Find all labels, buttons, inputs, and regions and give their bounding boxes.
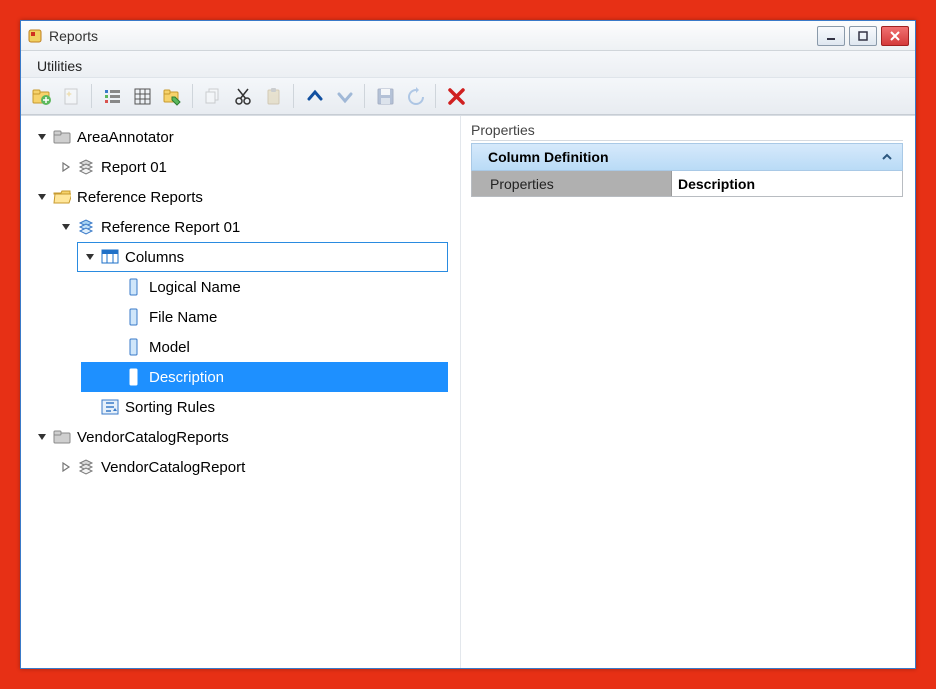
- property-row[interactable]: PropertiesDescription: [471, 171, 903, 197]
- content-area: AreaAnnotator Report 01 Reference Reports R…: [21, 115, 915, 668]
- sorting-rules[interactable]: Sorting Rules: [21, 392, 460, 422]
- cut-button[interactable]: [229, 82, 257, 110]
- columns-node[interactable]: Columns: [77, 242, 448, 272]
- expander-placeholder: [107, 280, 121, 294]
- move-up-button[interactable]: [300, 82, 328, 110]
- new-item-button: [57, 82, 85, 110]
- tree-item-label: Report 01: [101, 159, 167, 176]
- menubar: Utilities: [21, 51, 915, 77]
- expander-placeholder: [107, 340, 121, 354]
- tree-item-label: Reference Report 01: [101, 219, 240, 236]
- folder-reference-reports[interactable]: Reference Reports: [21, 182, 460, 212]
- folder-areaannotator[interactable]: AreaAnnotator: [21, 122, 460, 152]
- tree-item-label: Model: [149, 339, 190, 356]
- folder-vendorcatalogreports[interactable]: VendorCatalogReports: [21, 422, 460, 452]
- tree-item-label: Logical Name: [149, 279, 241, 296]
- column-item-icon: [125, 308, 143, 326]
- column-model[interactable]: Model: [21, 332, 460, 362]
- toolbar-separator: [192, 84, 193, 108]
- sort-rules-icon: [101, 398, 119, 416]
- tree-item-label: Columns: [125, 249, 184, 266]
- move-down-button: [330, 82, 358, 110]
- column-description[interactable]: Description: [81, 362, 448, 392]
- expander-placeholder: [107, 370, 121, 384]
- tree-item-label: AreaAnnotator: [77, 129, 174, 146]
- toolbar-separator: [364, 84, 365, 108]
- folder-gray-icon: [53, 428, 71, 446]
- expander-icon[interactable]: [35, 190, 49, 204]
- expander-icon[interactable]: [59, 220, 73, 234]
- delete-button[interactable]: [442, 82, 470, 110]
- expander-icon[interactable]: [59, 460, 73, 474]
- new-folder-button[interactable]: [27, 82, 55, 110]
- tree-item-label: Sorting Rules: [125, 399, 215, 416]
- reports-window: Reports Utilities AreaAnnotator Report 01…: [20, 20, 916, 669]
- tree-panel: AreaAnnotator Report 01 Reference Reports R…: [21, 116, 461, 668]
- expander-icon[interactable]: [83, 250, 97, 264]
- reference-report-01[interactable]: Reference Report 01: [21, 212, 460, 242]
- report-01[interactable]: Report 01: [21, 152, 460, 182]
- grid-view-button[interactable]: [128, 82, 156, 110]
- toolbar-separator: [91, 84, 92, 108]
- minimize-button[interactable]: [817, 26, 845, 46]
- folder-gray-icon: [53, 128, 71, 146]
- save-button: [371, 82, 399, 110]
- folder-open-yellow-icon: [53, 188, 71, 206]
- menu-utilities[interactable]: Utilities: [31, 55, 88, 77]
- tree-item-label: Description: [149, 369, 224, 386]
- tree-item-label: VendorCatalogReports: [77, 429, 229, 446]
- toolbar: [21, 77, 915, 115]
- properties-section-label: Properties: [471, 122, 903, 141]
- list-view-button[interactable]: [98, 82, 126, 110]
- expander-icon[interactable]: [35, 130, 49, 144]
- columns-grid-icon: [101, 248, 119, 266]
- refresh-button: [401, 82, 429, 110]
- collapse-icon: [880, 150, 894, 164]
- column-item-icon: [125, 278, 143, 296]
- maximize-button[interactable]: [849, 26, 877, 46]
- expander-icon[interactable]: [35, 430, 49, 444]
- titlebar: Reports: [21, 21, 915, 51]
- tree-item-label: Reference Reports: [77, 189, 203, 206]
- property-value: Description: [672, 171, 902, 196]
- report-stack-icon: [77, 458, 95, 476]
- report-stack-blue-icon: [77, 218, 95, 236]
- paste-button: [259, 82, 287, 110]
- expander-placeholder: [107, 310, 121, 324]
- column-item-white-icon: [125, 368, 143, 386]
- window-title: Reports: [49, 28, 817, 44]
- app-icon: [27, 28, 43, 44]
- expander-placeholder: [83, 400, 97, 414]
- toolbar-separator: [435, 84, 436, 108]
- tag-folder-button[interactable]: [158, 82, 186, 110]
- property-key: Properties: [472, 171, 672, 196]
- column-item-icon: [125, 338, 143, 356]
- properties-header-title: Column Definition: [488, 149, 609, 165]
- properties-header[interactable]: Column Definition: [471, 143, 903, 171]
- column-logical-name[interactable]: Logical Name: [21, 272, 460, 302]
- copy-button: [199, 82, 227, 110]
- vendorcatalogreport[interactable]: VendorCatalogReport: [21, 452, 460, 482]
- close-button[interactable]: [881, 26, 909, 46]
- report-stack-icon: [77, 158, 95, 176]
- properties-panel: Properties Column Definition PropertiesD…: [461, 116, 915, 668]
- window-controls: [817, 26, 909, 46]
- expander-icon[interactable]: [59, 160, 73, 174]
- tree-item-label: VendorCatalogReport: [101, 459, 245, 476]
- column-file-name[interactable]: File Name: [21, 302, 460, 332]
- toolbar-separator: [293, 84, 294, 108]
- tree-item-label: File Name: [149, 309, 217, 326]
